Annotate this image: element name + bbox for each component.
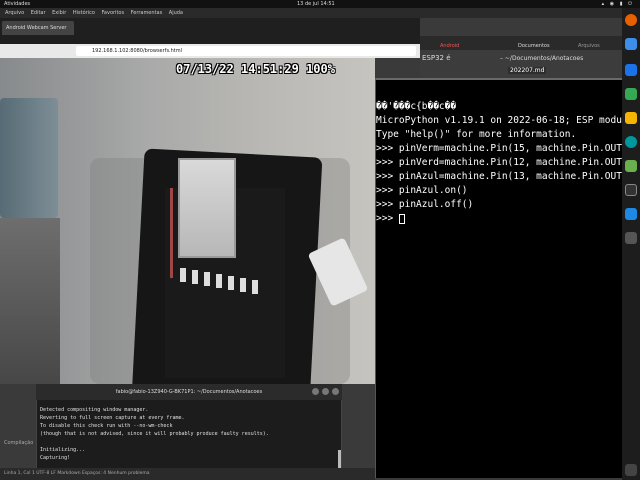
side-label: Compilação bbox=[4, 440, 34, 446]
osd-date: 07/13/22 bbox=[176, 62, 234, 76]
folder-path[interactable]: – ~/Documentos/Anotacoes bbox=[500, 55, 583, 62]
menu-favoritos[interactable]: Favoritos bbox=[102, 10, 125, 16]
terminal-icon[interactable] bbox=[625, 184, 637, 196]
menu-arquivo[interactable]: Arquivo bbox=[5, 10, 24, 16]
window-controls bbox=[312, 388, 340, 396]
terminal-line: ��'���c{b��c�� bbox=[376, 101, 457, 112]
menu-historico[interactable]: Histórico bbox=[73, 10, 95, 16]
menu-exibir[interactable]: Exibir bbox=[52, 10, 66, 16]
log-line: To disable this check run with --no-wm-c… bbox=[40, 423, 173, 429]
terminal-line: MicroPython v1.19.1 on 2022-06-18; ESP m… bbox=[376, 115, 637, 126]
tab-label: Android Webcam Server bbox=[6, 25, 67, 31]
header-pin bbox=[204, 272, 210, 286]
scrollbar[interactable] bbox=[338, 450, 341, 468]
firefox-icon[interactable] bbox=[625, 14, 637, 26]
tab-arquivos[interactable]: Arquivos bbox=[578, 41, 600, 51]
tab-android[interactable]: Android bbox=[440, 41, 459, 51]
vscode-icon[interactable] bbox=[625, 208, 637, 220]
terminal-line: Type "help()" for more information. bbox=[376, 129, 577, 140]
log-line: Capturing! bbox=[40, 455, 71, 461]
header-pin bbox=[216, 274, 222, 288]
window-title: fabio@fabio-13Z940-G-BK71P1: ~/Documento… bbox=[36, 384, 342, 400]
terminal-line: >>> pinAzul.off() bbox=[376, 199, 474, 210]
files-icon[interactable] bbox=[625, 38, 637, 50]
menu-ajuda[interactable]: Ajuda bbox=[169, 10, 183, 16]
terminal-line: >>> pinAzul.on() bbox=[376, 185, 468, 196]
url-text: 192.168.1.102:8080/browserfs.html bbox=[92, 48, 183, 54]
clock[interactable]: 13 de jul 14:51 bbox=[297, 0, 335, 8]
webcam-stream bbox=[0, 58, 375, 384]
slides-icon[interactable] bbox=[625, 112, 637, 124]
maximize-button[interactable] bbox=[322, 388, 329, 395]
docs-icon[interactable] bbox=[625, 64, 637, 76]
micropython-terminal[interactable]: ��'���c{b��c�� MicroPython v1.19.1 on 20… bbox=[375, 78, 637, 478]
terminal-prompt: >>> bbox=[376, 213, 399, 224]
terminal-line: >>> pinVerd=machine.Pin(12, machine.Pin.… bbox=[376, 157, 634, 168]
browser-menubar: Arquivo Editar Exibir Histórico Favorito… bbox=[0, 8, 622, 18]
background-object bbox=[0, 98, 58, 218]
log-line: Initializing... bbox=[40, 447, 86, 453]
app-icon[interactable] bbox=[625, 232, 637, 244]
video-osd: 07/13/22 14:51:29 100% bbox=[176, 62, 376, 76]
url-bar[interactable]: 192.168.1.102:8080/browserfs.html bbox=[76, 46, 416, 56]
log-line: Detected compositing window manager. bbox=[40, 407, 149, 413]
status-bar: Linha 1, Col 1 UTF-8 LF Markdown Espaços… bbox=[0, 468, 375, 480]
show-apps-icon[interactable] bbox=[625, 464, 637, 476]
tab-webcam-server[interactable]: Android Webcam Server bbox=[2, 21, 74, 35]
terminal-line: >>> pinAzul=machine.Pin(13, machine.Pin.… bbox=[376, 171, 634, 182]
esp-module-shield bbox=[178, 158, 236, 258]
menu-editar[interactable]: Editar bbox=[31, 10, 46, 16]
tab-documentos[interactable]: Documentos bbox=[518, 41, 550, 51]
log-line: (though that is not advised, since it wi… bbox=[40, 431, 269, 437]
osd-battery: 100% bbox=[306, 62, 335, 76]
header-pin bbox=[228, 276, 234, 290]
app-icon[interactable] bbox=[625, 160, 637, 172]
dock bbox=[622, 8, 640, 480]
osd-time: 14:51:29 bbox=[241, 62, 299, 76]
esp-label: ESP32 é bbox=[422, 54, 451, 62]
text-cursor bbox=[398, 214, 405, 224]
sheets-icon[interactable] bbox=[625, 88, 637, 100]
file-item[interactable]: 202207.md bbox=[508, 67, 547, 74]
terminal-prompt-line: >>> bbox=[376, 214, 405, 224]
background-shelf bbox=[0, 218, 60, 384]
header-pin bbox=[252, 280, 258, 294]
menu-ferramentas[interactable]: Ferramentas bbox=[131, 10, 163, 16]
system-tray[interactable]: ▴ ◉ ▮ ⏻ bbox=[602, 0, 634, 8]
header-pin bbox=[180, 268, 186, 282]
header-pin bbox=[192, 270, 198, 284]
top-bar: Atividades 13 de jul 14:51 ▴ ◉ ▮ ⏻ bbox=[0, 0, 640, 8]
close-button[interactable] bbox=[332, 388, 339, 395]
log-line: Reverting to full screen capture at ever… bbox=[40, 415, 185, 421]
arduino-icon[interactable] bbox=[625, 136, 637, 148]
minimize-button[interactable] bbox=[312, 388, 319, 395]
activities-button[interactable]: Atividades bbox=[4, 0, 30, 8]
header-pin bbox=[240, 278, 246, 292]
terminal-line: >>> pinVerm=machine.Pin(15, machine.Pin.… bbox=[376, 143, 634, 154]
